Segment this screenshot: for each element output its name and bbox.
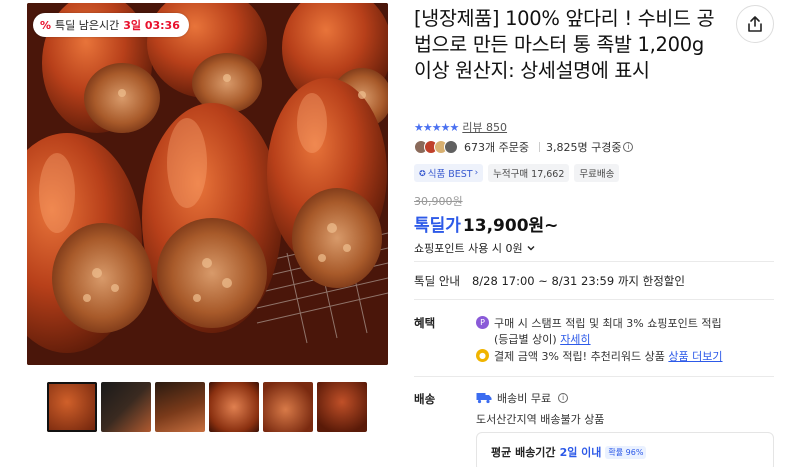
shipping-fee-row: 배송비 무료 i xyxy=(476,390,569,406)
chevron-right-icon: › xyxy=(474,168,479,178)
benefit-stamp-text: 구매 시 스탬프 적립 및 최대 3% 쇼핑포인트 적립 xyxy=(494,317,722,330)
truck-icon xyxy=(476,393,492,404)
divider xyxy=(414,299,774,300)
product-title: [냉장제품] 100% 앞다리 ! 수비드 공법으로 만든 마스터 통 족발 1… xyxy=(414,7,715,82)
benefit-stamp-subtext: (등급별 상이) xyxy=(494,333,557,346)
star-rating-icon: ★★★★★ xyxy=(414,120,459,134)
buyer-avatars xyxy=(414,140,458,154)
deal-period: 8/28 17:00 ~ 8/31 23:59 까지 한정할인 xyxy=(471,274,685,288)
thumbnail-strip xyxy=(47,382,367,432)
thumbnail-3[interactable] xyxy=(155,382,205,432)
points-toggle[interactable]: 쇼핑포인트 사용 시 0원 xyxy=(414,240,536,256)
stats-row: 673개 주문중 3,825명 구경중 i xyxy=(414,137,634,157)
divider xyxy=(538,142,540,152)
deal-timer-badge: % 특딜 남은시간 3일 03:36 xyxy=(33,13,189,37)
main-product-image[interactable] xyxy=(27,3,388,365)
avg-delivery-value: 2일 이내 xyxy=(559,446,602,459)
thumbnail-6[interactable] xyxy=(317,382,367,432)
deal-info-label: 톡딜 안내 xyxy=(414,274,460,288)
info-icon[interactable]: i xyxy=(623,142,634,152)
thumbnail-5[interactable] xyxy=(263,382,313,432)
tag-free-shipping: 무료배송 xyxy=(574,164,620,182)
thumbnail-1[interactable] xyxy=(47,382,97,432)
tag-list: ✪ 식품 BEST › 누적구매 17,662 무료배송 xyxy=(414,164,620,182)
divider xyxy=(414,376,774,377)
thumbnail-4[interactable] xyxy=(209,382,259,432)
benefit-reward-text: 결제 금액 3% 적립! 추천리워드 상품 xyxy=(494,350,665,363)
orders-count: 673개 주문중 xyxy=(464,141,529,154)
sale-price-row: 톡딜가 13,900원~ xyxy=(414,211,558,236)
benefits-label: 혜택 xyxy=(414,316,436,330)
watchers-count: 3,825명 구경중 xyxy=(545,141,622,154)
review-count-link[interactable]: 리뷰 850 xyxy=(462,119,507,135)
details-link[interactable]: 자세히 xyxy=(560,333,590,346)
deal-info-row: 톡딜 안내 8/28 17:00 ~ 8/31 23:59 까지 한정할인 xyxy=(414,273,685,289)
shipping-note: 도서산간지역 배송불가 상품 xyxy=(476,413,605,426)
sale-price: 13,900원~ xyxy=(462,216,559,236)
tag-best-label: 식품 BEST xyxy=(427,169,473,180)
delivery-estimate-box[interactable]: 평균 배송기간 2일 이내 확률 96% xyxy=(476,432,774,467)
shipping-label: 배송 xyxy=(414,392,436,406)
share-button[interactable] xyxy=(736,5,774,43)
points-p-icon: P xyxy=(476,316,489,329)
info-icon[interactable]: i xyxy=(558,393,569,403)
delivery-probability-badge: 확률 96% xyxy=(605,445,647,459)
points-text: 쇼핑포인트 사용 시 0원 xyxy=(414,242,523,255)
shipping-fee: 배송비 무료 xyxy=(497,392,552,405)
chevron-down-icon xyxy=(527,246,535,251)
more-products-link[interactable]: 상품 더보기 xyxy=(668,350,722,363)
tag-best[interactable]: ✪ 식품 BEST › xyxy=(414,164,484,182)
timer-time: 3일 03:36 xyxy=(123,19,180,32)
benefit-stamp-text-wrap: 구매 시 스탬프 적립 및 최대 3% 쇼핑포인트 적립 (등급별 상이) 자세… xyxy=(494,315,722,347)
share-icon xyxy=(748,16,762,32)
divider xyxy=(414,261,774,262)
avg-delivery-label: 평균 배송기간 xyxy=(491,446,556,459)
benefit-reward-wrap: 결제 금액 3% 적립! 추천리워드 상품 상품 더보기 xyxy=(494,348,723,364)
tag-cumulative: 누적구매 17,662 xyxy=(488,164,570,182)
timer-prefix: 특딜 남은시간 xyxy=(55,19,120,32)
rating-row: ★★★★★ 리뷰 850 xyxy=(414,119,507,135)
avatar xyxy=(444,140,458,154)
thumbnail-2[interactable] xyxy=(101,382,151,432)
check-badge-icon: ✪ xyxy=(419,168,426,178)
benefit-stamp: P 구매 시 스탬프 적립 및 최대 3% 쇼핑포인트 적립 (등급별 상이) … xyxy=(476,315,722,347)
pork-hock-illustration xyxy=(27,3,388,365)
coin-icon: ● xyxy=(476,349,489,362)
discount-percent-icon: % xyxy=(40,18,52,32)
original-price: 30,900원 xyxy=(414,195,463,208)
sale-label: 톡딜가 xyxy=(414,216,461,236)
benefit-reward: ● 결제 금액 3% 적립! 추천리워드 상품 상품 더보기 xyxy=(476,348,723,364)
